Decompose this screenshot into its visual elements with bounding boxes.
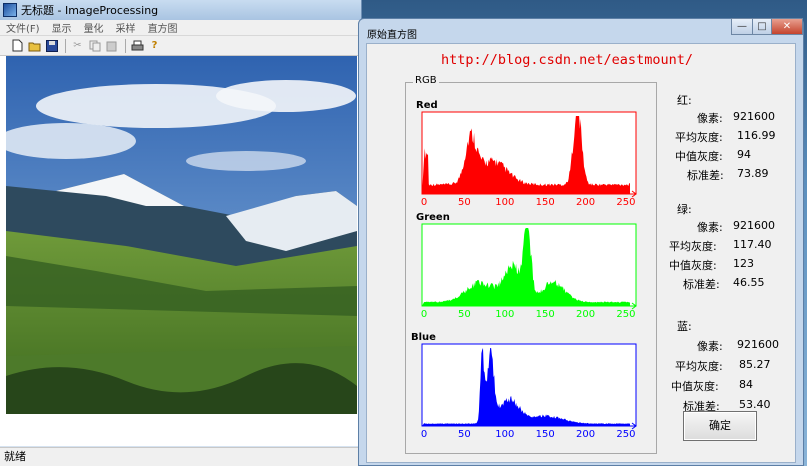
main-titlebar[interactable]: 无标题 - ImageProcessing [0,0,361,20]
blue-pixels-value: 921600 [737,338,779,351]
red-histogram: 0 50 100 150 200 250 [421,111,637,208]
red-pixels-label: 像素: [697,112,723,125]
tick-label: 50 [458,429,471,440]
hist-frame [421,111,637,195]
green-pixels-label: 像素: [697,221,723,234]
blue-pixels-label: 像素: [697,340,723,353]
tick-label: 50 [458,309,471,320]
red-std-label: 标准差: [687,169,724,182]
tick-label: 0 [421,197,427,208]
green-mean-value: 117.40 [733,238,772,251]
menu-quantize[interactable]: 量化 [84,20,104,35]
green-histogram: 0 50 100 150 200 250 [421,223,637,320]
ok-button[interactable]: 确定 [683,411,757,441]
open-folder-icon[interactable] [27,38,42,53]
red-pixels-value: 921600 [733,110,775,123]
close-button[interactable]: ✕ [771,18,803,35]
blue-median-label: 中值灰度: [671,380,719,393]
green-heading: 绿: [677,203,692,216]
menubar: 文件(F) 显示 量化 采样 直方图 [0,20,361,36]
blue-median-value: 84 [739,378,753,391]
menu-histogram[interactable]: 直方图 [148,20,178,35]
tick-label: 200 [576,429,595,440]
tick-label: 50 [458,197,471,208]
help-icon[interactable]: ? [147,38,162,53]
red-median-value: 94 [737,148,751,161]
landscape-image [6,56,357,414]
green-median-value: 123 [733,257,754,270]
hist-frame [421,343,637,427]
red-median-label: 中值灰度: [675,150,723,163]
toolbar-separator [125,38,126,53]
histogram-dialog: 原始直方图 — □ ✕ http://blog.csdn.net/eastmou… [358,18,804,466]
red-mean-value: 116.99 [737,129,776,142]
blog-url: http://blog.csdn.net/eastmount/ [441,52,693,68]
tick-label: 250 [616,309,635,320]
tick-label: 200 [576,197,595,208]
print-icon[interactable] [130,38,145,53]
green-std-label: 标准差: [683,278,720,291]
maximize-button[interactable]: □ [752,18,772,35]
cut-icon[interactable]: ✂ [70,38,85,53]
green-median-label: 中值灰度: [669,259,717,272]
main-window-title: 无标题 - ImageProcessing [21,4,159,17]
tick-label: 100 [495,309,514,320]
tick-label: 150 [536,197,555,208]
menu-file[interactable]: 文件(F) [6,20,40,35]
red-mean-label: 平均灰度: [675,131,723,144]
blue-histogram: 0 50 100 150 200 250 [421,343,637,440]
app-icon [3,3,17,17]
tick-label: 250 [616,429,635,440]
tick-label: 150 [536,429,555,440]
blue-std-value: 53.40 [739,398,771,411]
dialog-title: 原始直方图 [367,30,417,41]
tick-label: 0 [421,429,427,440]
status-bar: 就绪 [0,447,362,466]
tick-label: 0 [421,309,427,320]
toolbar-separator [65,38,66,53]
tick-label: 100 [495,429,514,440]
main-window: 无标题 - ImageProcessing 文件(F) 显示 量化 采样 直方图… [0,0,362,466]
paste-icon[interactable] [104,38,119,53]
menu-display[interactable]: 显示 [52,20,72,35]
dialog-body: http://blog.csdn.net/eastmount/ RGB Red … [366,43,796,463]
red-heading: 红: [677,94,692,107]
blue-heading: 蓝: [677,320,692,333]
save-icon[interactable] [44,38,59,53]
toolbar: ✂ ? [0,36,361,56]
green-std-value: 46.55 [733,276,765,289]
tick-label: 200 [576,309,595,320]
red-std-value: 73.89 [737,167,769,180]
green-mean-label: 平均灰度: [669,240,717,253]
green-pixels-value: 921600 [733,219,775,232]
tick-label: 250 [616,197,635,208]
blue-mean-label: 平均灰度: [675,360,723,373]
tick-label: 150 [536,309,555,320]
tick-label: 100 [495,197,514,208]
rgb-group-label: RGB [413,75,439,86]
minimize-button[interactable]: — [731,18,753,35]
menu-sample[interactable]: 采样 [116,20,136,35]
copy-icon[interactable] [87,38,102,53]
blue-mean-value: 85.27 [739,358,771,371]
new-file-icon[interactable] [10,38,25,53]
